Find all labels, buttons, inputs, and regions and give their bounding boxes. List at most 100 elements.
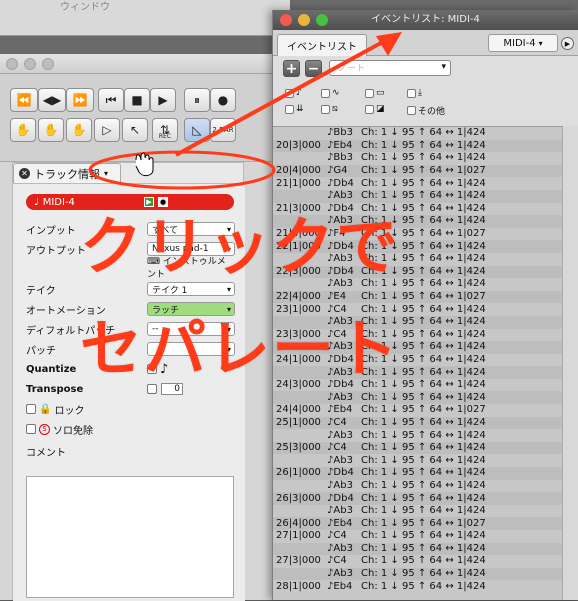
event-note: ♪Ab3: [327, 455, 361, 467]
shuttle-button[interactable]: ◀▶: [38, 88, 66, 112]
solo-safe-checkbox[interactable]: [26, 424, 36, 434]
event-list-tabbar: イベントリスト MIDI-4 ▾ ▶: [273, 30, 578, 56]
go-to-start-button[interactable]: ⏮: [98, 88, 124, 112]
lock-checkbox[interactable]: [26, 404, 36, 414]
record-button[interactable]: ●: [210, 88, 236, 112]
event-details: Ch: 1 ↓ 95 ↑ 64 ↔ 1|027: [361, 165, 486, 177]
event-row[interactable]: ♪Ab3 Ch: 1 ↓ 95 ↑ 64 ↔ 1|424: [273, 567, 563, 581]
event-note: ♪Ab3: [327, 505, 361, 517]
aftertouch-icon: ◪: [376, 104, 385, 114]
hand-tool-3-icon[interactable]: ✋: [66, 118, 92, 142]
record-arm-button[interactable]: ⇅ REC: [152, 118, 178, 142]
hand-tool-1-icon[interactable]: ✋: [10, 118, 36, 142]
comment-textarea[interactable]: [26, 476, 234, 598]
event-note-name: Bb3: [333, 152, 353, 164]
zoom-window-button[interactable]: [42, 58, 54, 70]
hand-cursor-tool-icon[interactable]: ↖: [122, 118, 148, 142]
event-note: ♪G4: [327, 165, 361, 177]
sysex-icon: ⧅: [332, 104, 338, 114]
event-note: ♪C4: [327, 417, 361, 429]
hand-tool-2-icon[interactable]: ✋: [38, 118, 64, 142]
controller-icon: ∿: [332, 88, 340, 98]
track-selector[interactable]: MIDI-4 ▾: [488, 34, 558, 52]
filter-note-checkbox[interactable]: ♪: [285, 88, 302, 98]
metronome-button[interactable]: ◺: [184, 118, 210, 142]
marker-icon: ⤓: [418, 88, 422, 98]
solo-safe-icon: S: [39, 423, 50, 435]
event-note: ♪Ab3: [327, 480, 361, 492]
filter-program-checkbox[interactable]: ▭: [365, 88, 385, 98]
lock-icon: 🔒: [39, 403, 52, 415]
event-list-titlebar[interactable]: イベントリスト: MIDI-4: [273, 10, 578, 30]
chevron-down-icon: ▾: [104, 169, 109, 178]
filter-pitch-checkbox[interactable]: ⇊: [285, 104, 304, 114]
event-note-name: Eb4: [333, 139, 353, 151]
event-row[interactable]: ♪Bb3 Ch: 1 ↓ 95 ↑ 64 ↔ 1|424: [273, 127, 563, 140]
event-note: ♪C4: [327, 442, 361, 454]
event-row[interactable]: 26|3|000 ♪Db4 Ch: 1 ↓ 95 ↑ 64 ↔ 1|424: [273, 492, 563, 505]
event-row[interactable]: ♪Ab3 Ch: 1 ↓ 95 ↑ 64 ↔ 1|424: [273, 454, 563, 467]
event-details: Ch: 1 ↓ 95 ↑ 64 ↔ 1|424: [361, 580, 486, 592]
filter-aftertouch-checkbox[interactable]: ◪: [365, 104, 385, 114]
event-details: Ch: 1 ↓ 95 ↑ 64 ↔ 1|424: [361, 479, 486, 491]
filter-controller-checkbox[interactable]: ∿: [321, 88, 340, 98]
event-note: ♪Eb4: [327, 581, 361, 593]
event-row[interactable]: 21|1|000 ♪Db4 Ch: 1 ↓ 95 ↑ 64 ↔ 1|424: [273, 177, 563, 190]
zoom-window-button[interactable]: [316, 14, 328, 26]
event-row[interactable]: 20|3|000 ♪Eb4 Ch: 1 ↓ 95 ↑ 64 ↔ 1|424: [273, 139, 563, 153]
stop-button[interactable]: ■: [124, 88, 150, 112]
hand-play-tool-icon[interactable]: ▷: [94, 118, 120, 142]
event-row[interactable]: ♪Ab3 Ch: 1 ↓ 95 ↑ 64 ↔ 1|424: [273, 505, 563, 518]
event-row[interactable]: 24|4|000 ♪Eb4 Ch: 1 ↓ 95 ↑ 64 ↔ 1|027: [273, 404, 563, 417]
close-window-button[interactable]: [280, 14, 292, 26]
event-row[interactable]: 26|4|000 ♪Eb4 Ch: 1 ↓ 95 ↑ 64 ↔ 1|027: [273, 517, 563, 530]
event-details: Ch: 1 ↓ 95 ↑ 64 ↔ 1|424: [361, 542, 486, 554]
event-row[interactable]: ♪Ab3 Ch: 1 ↓ 95 ↑ 64 ↔ 1|424: [273, 480, 563, 493]
event-details: Ch: 1 ↓ 95 ↑ 64 ↔ 1|424: [361, 467, 486, 479]
close-window-button[interactable]: [6, 58, 18, 70]
event-row[interactable]: 27|3|000 ♪C4 Ch: 1 ↓ 95 ↑ 64 ↔ 1|424: [273, 555, 563, 568]
event-row[interactable]: ♪Ab3 Ch: 1 ↓ 95 ↑ 64 ↔ 1|424: [273, 542, 563, 556]
event-row[interactable]: 25|3|000 ♪C4 Ch: 1 ↓ 95 ↑ 64 ↔ 1|424: [273, 441, 563, 455]
event-note: ♪Eb4: [327, 518, 361, 530]
play-circle-icon[interactable]: ▶: [561, 37, 574, 50]
add-event-button[interactable]: +: [283, 60, 300, 77]
filter-other-checkbox[interactable]: その他: [407, 104, 445, 117]
event-details: Ch: 1 ↓ 95 ↑ 64 ↔ 1|027: [361, 404, 486, 416]
filter-marker-checkbox[interactable]: ⤓: [407, 88, 422, 98]
event-details: Ch: 1 ↓ 95 ↑ 64 ↔ 1|424: [361, 152, 486, 164]
comment-label: コメント: [26, 447, 66, 459]
minimize-window-button[interactable]: [298, 14, 310, 26]
pause-button[interactable]: ⏸: [184, 88, 210, 112]
event-note: ♪Eb4: [327, 140, 361, 152]
main-window-titlebar[interactable]: [0, 54, 289, 74]
tab-event-list[interactable]: イベントリスト: [277, 34, 367, 56]
event-list-title: イベントリスト: MIDI-4: [371, 14, 480, 25]
event-position: 25|3|000: [276, 442, 321, 454]
event-position: 24|4|000: [276, 404, 321, 416]
close-panel-icon[interactable]: ✕: [19, 168, 30, 179]
event-row[interactable]: ♪Ab3 Ch: 1 ↓ 95 ↑ 64 ↔ 1|424: [273, 391, 563, 405]
event-row[interactable]: 28|1|000 ♪Eb4 Ch: 1 ↓ 95 ↑ 64 ↔ 1|424: [273, 580, 563, 593]
event-row[interactable]: 27|1|000 ♪C4 Ch: 1 ↓ 95 ↑ 64 ↔ 1|424: [273, 530, 563, 543]
count-in-button[interactable]: 2 BAR: [210, 118, 236, 142]
event-row[interactable]: 26|1|000 ♪Db4 Ch: 1 ↓ 95 ↑ 64 ↔ 1|424: [273, 467, 563, 480]
event-row[interactable]: ♪Bb3 Ch: 1 ↓ 95 ↑ 64 ↔ 1|424: [273, 152, 563, 165]
event-row[interactable]: ♪Ab3 Ch: 1 ↓ 95 ↑ 64 ↔ 1|424: [273, 429, 563, 442]
fast-forward-button[interactable]: ⏩: [66, 88, 94, 112]
filter-sysex-checkbox[interactable]: ⧅: [321, 104, 338, 114]
event-type-filter[interactable]: ノート: [329, 60, 451, 76]
event-note: ♪C4: [327, 530, 361, 542]
event-row[interactable]: 25|1|000 ♪C4 Ch: 1 ↓ 95 ↑ 64 ↔ 1|424: [273, 416, 563, 430]
minimize-window-button[interactable]: [24, 58, 36, 70]
event-note-name: Ab3: [333, 454, 353, 466]
track-info-tab[interactable]: ✕ トラック情報 ▾: [13, 163, 121, 183]
rewind-button[interactable]: ⏪: [10, 88, 38, 112]
event-position: 26|4|000: [276, 517, 321, 529]
event-row[interactable]: 20|4|000 ♪G4 Ch: 1 ↓ 95 ↑ 64 ↔ 1|027: [273, 164, 563, 178]
event-list-scrollbar[interactable]: [562, 126, 578, 600]
play-button[interactable]: ▶: [150, 88, 176, 112]
program-icon: ▭: [376, 88, 385, 98]
remove-event-button[interactable]: −: [305, 60, 322, 77]
event-position: 27|3|000: [276, 555, 321, 567]
